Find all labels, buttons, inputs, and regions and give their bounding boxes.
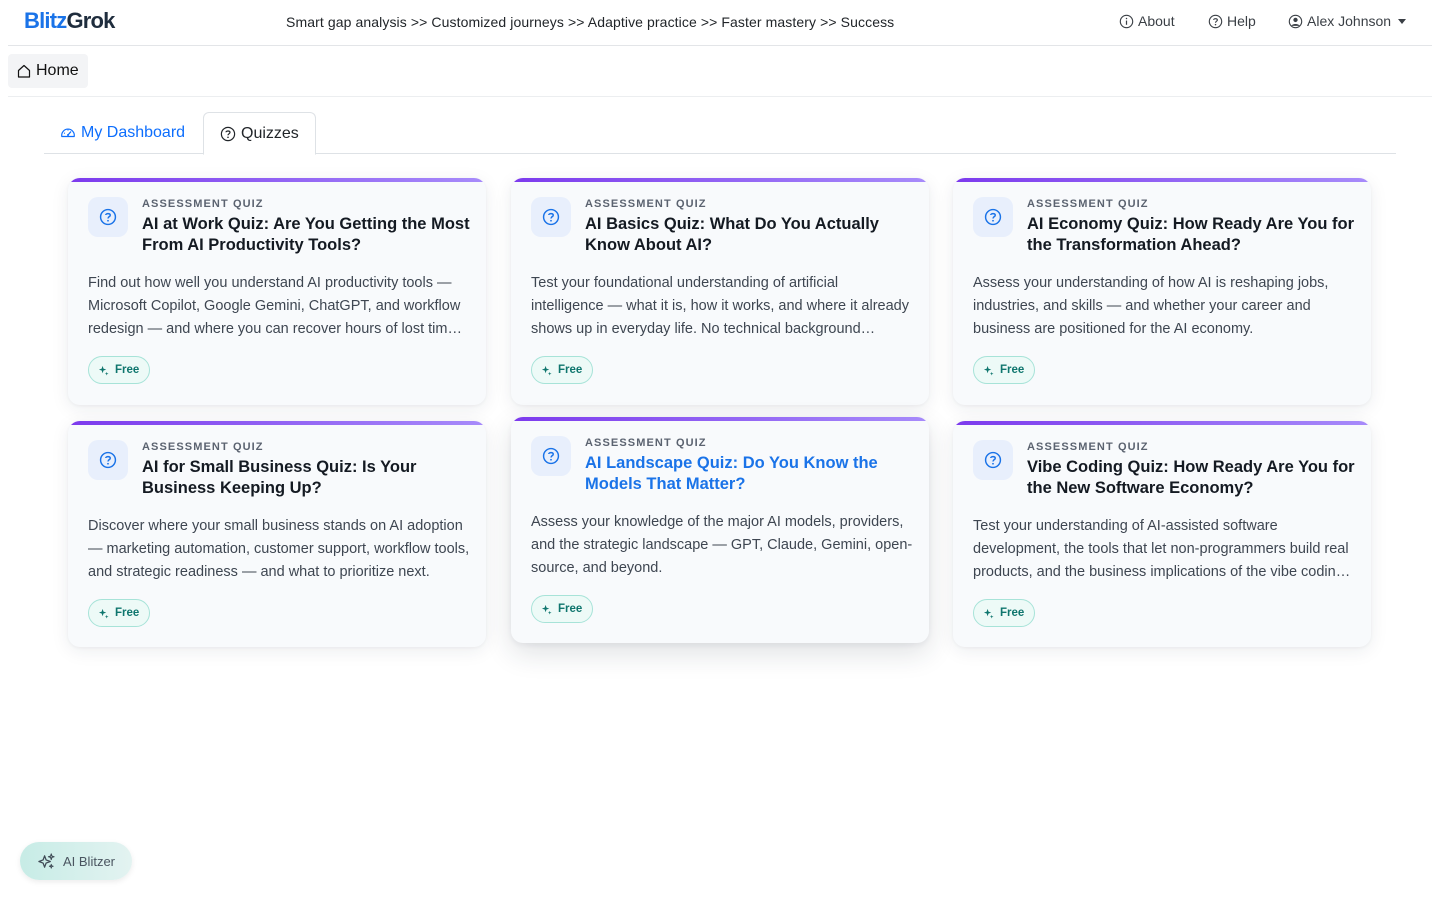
brand-part-1: Blitz xyxy=(24,8,67,33)
sparkle-icon xyxy=(98,365,109,376)
badge-label: Free xyxy=(1000,607,1025,619)
about-link[interactable]: About xyxy=(1119,13,1175,29)
quiz-description: Assess your knowledge of the major AI mo… xyxy=(531,514,913,576)
quiz-card[interactable]: ASSESSMENT QUIZ AI Basics Quiz: What Do … xyxy=(511,178,929,405)
question-circle-icon xyxy=(220,126,236,141)
quiz-title: AI for Small Business Quiz: Is Your Busi… xyxy=(142,458,417,497)
sparkle-icon xyxy=(98,608,109,619)
speedometer-icon xyxy=(61,128,75,138)
ai-blitzer-button[interactable]: AI Blitzer xyxy=(20,842,132,880)
ai-blitzer-label: AI Blitzer xyxy=(62,853,115,869)
user-menu[interactable]: Alex Johnson xyxy=(1288,13,1407,29)
question-circle-icon xyxy=(984,451,1002,469)
quiz-title: AI Landscape Quiz: Do You Know the Model… xyxy=(585,454,878,493)
badge-label: Free xyxy=(558,364,583,376)
quiz-icon-tile xyxy=(88,440,128,480)
badge-label: Free xyxy=(1000,364,1025,376)
free-badge: Free xyxy=(531,356,594,384)
tab-quizzes[interactable]: Quizzes xyxy=(203,112,316,155)
free-badge: Free xyxy=(973,356,1036,384)
quiz-card[interactable]: ASSESSMENT QUIZ AI Landscape Quiz: Do Yo… xyxy=(511,417,929,643)
quiz-kicker: ASSESSMENT QUIZ xyxy=(1027,441,1149,453)
question-circle-icon xyxy=(984,208,1002,226)
breadcrumb: Home xyxy=(8,46,1432,97)
quiz-icon-tile xyxy=(973,197,1013,237)
tagline: Smart gap analysis >> Customized journey… xyxy=(286,14,895,30)
quiz-kicker: ASSESSMENT QUIZ xyxy=(1027,198,1149,210)
sparkle-icon xyxy=(541,365,552,376)
quiz-title: AI at Work Quiz: Are You Getting the Mos… xyxy=(142,215,470,254)
question-circle-icon xyxy=(1208,14,1223,28)
chevron-down-icon xyxy=(1398,18,1407,24)
tab-my-dashboard[interactable]: My Dashboard xyxy=(44,112,201,154)
brand-logo[interactable]: BlitzGrok xyxy=(24,8,115,34)
free-badge: Free xyxy=(88,356,151,384)
quiz-kicker: ASSESSMENT QUIZ xyxy=(585,198,707,210)
quiz-title: AI Basics Quiz: What Do You Actually Kno… xyxy=(585,215,879,254)
top-navbar: BlitzGrok Smart gap analysis >> Customiz… xyxy=(8,0,1432,46)
home-icon xyxy=(17,64,31,78)
sparkles-icon xyxy=(38,852,55,869)
sparkle-icon xyxy=(983,608,994,619)
free-badge: Free xyxy=(973,599,1036,627)
info-icon xyxy=(1119,14,1134,28)
sparkle-icon xyxy=(983,365,994,376)
quiz-card[interactable]: ASSESSMENT QUIZ AI for Small Business Qu… xyxy=(68,421,486,647)
quiz-description: Find out how well you understand AI prod… xyxy=(88,275,461,337)
brand-part-2: Grok xyxy=(66,8,115,33)
badge-label: Free xyxy=(115,607,140,619)
quiz-description: Discover where your small business stand… xyxy=(88,518,470,580)
tab-label: Quizzes xyxy=(241,124,299,142)
quiz-card[interactable]: ASSESSMENT QUIZ Vibe Coding Quiz: How Re… xyxy=(953,421,1371,647)
quiz-description: Test your understanding of AI-assisted s… xyxy=(973,518,1349,580)
badge-label: Free xyxy=(558,603,583,615)
question-circle-icon xyxy=(99,451,117,469)
tab-label: My Dashboard xyxy=(81,124,186,141)
quiz-description: Assess your understanding of how AI is r… xyxy=(973,275,1329,337)
tab-bar: My Dashboard Quizzes xyxy=(44,112,1396,155)
question-circle-icon xyxy=(542,447,560,465)
home-label: Home xyxy=(36,62,79,79)
home-button[interactable]: Home xyxy=(8,54,88,88)
quiz-kicker: ASSESSMENT QUIZ xyxy=(142,441,264,453)
quiz-icon-tile xyxy=(973,440,1013,480)
question-circle-icon xyxy=(99,208,117,226)
quiz-icon-tile xyxy=(531,436,571,476)
quiz-card[interactable]: ASSESSMENT QUIZ AI Economy Quiz: How Rea… xyxy=(953,178,1371,405)
free-badge: Free xyxy=(88,599,151,627)
free-badge: Free xyxy=(531,595,594,623)
quiz-kicker: ASSESSMENT QUIZ xyxy=(585,437,707,449)
badge-label: Free xyxy=(115,364,140,376)
quiz-title: AI Economy Quiz: How Ready Are You for t… xyxy=(1027,215,1354,254)
user-circle-icon xyxy=(1288,14,1303,28)
help-link[interactable]: Help xyxy=(1208,13,1256,29)
help-label: Help xyxy=(1227,13,1256,29)
quiz-title: Vibe Coding Quiz: How Ready Are You for … xyxy=(1027,458,1355,497)
quiz-icon-tile xyxy=(531,197,571,237)
quiz-description: Test your foundational understanding of … xyxy=(531,275,909,337)
sparkle-icon xyxy=(541,604,552,615)
quiz-icon-tile xyxy=(88,197,128,237)
user-name: Alex Johnson xyxy=(1307,13,1392,29)
quiz-kicker: ASSESSMENT QUIZ xyxy=(142,198,264,210)
question-circle-icon xyxy=(542,208,560,226)
quiz-card[interactable]: ASSESSMENT QUIZ AI at Work Quiz: Are You… xyxy=(68,178,486,405)
about-label: About xyxy=(1138,13,1175,29)
